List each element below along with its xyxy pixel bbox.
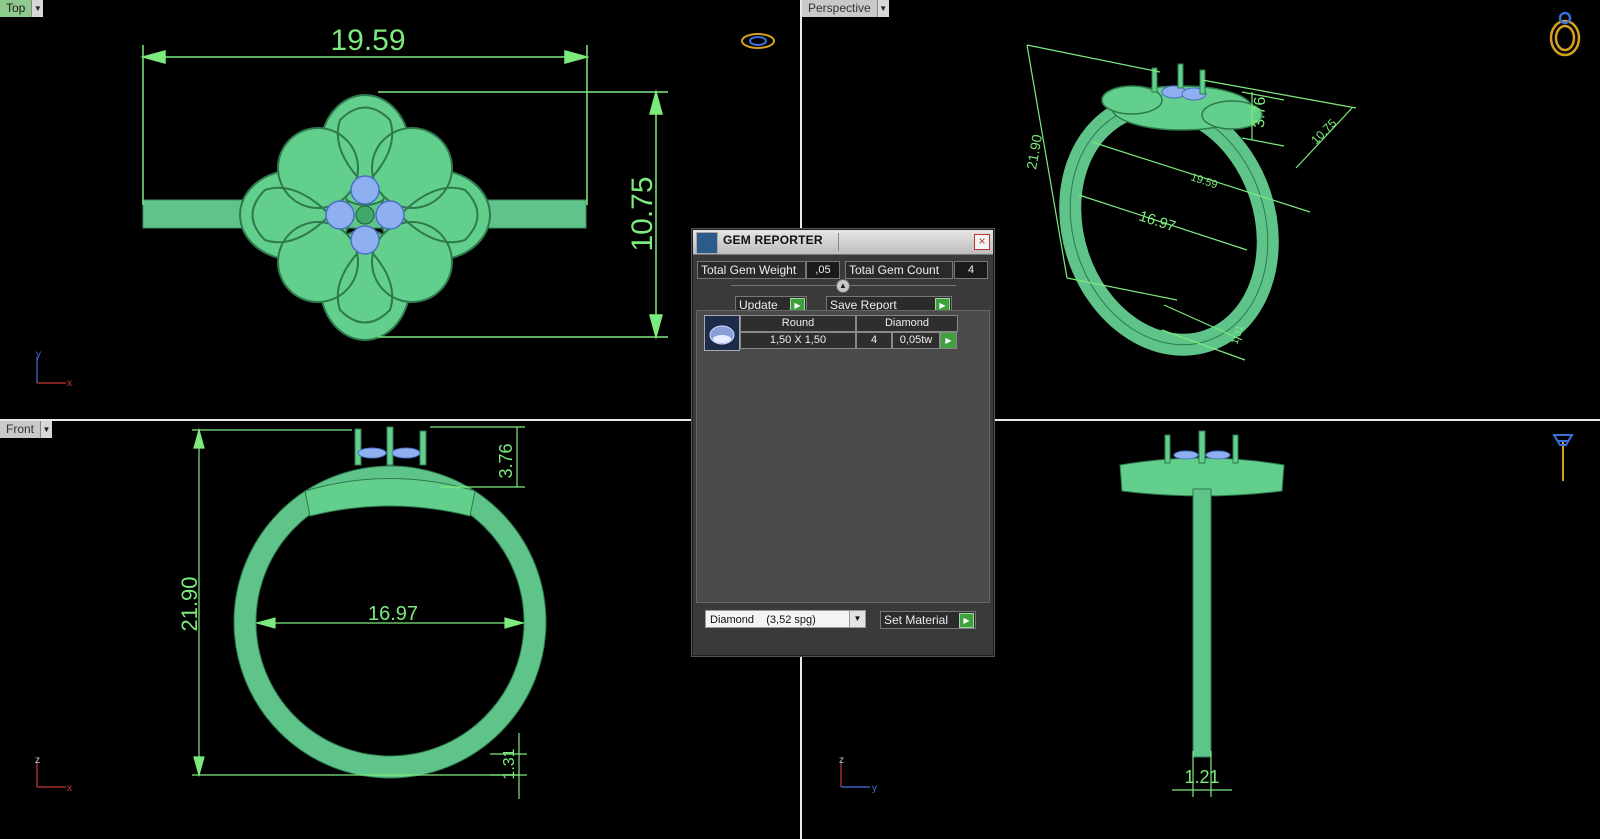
gem-weight-cell: 0,05tw <box>892 332 940 349</box>
axis-gizmo-top <box>36 357 66 384</box>
viewport-tab-front[interactable]: Front ▼ <box>0 421 53 438</box>
axis-label-y: y <box>36 349 41 360</box>
dim-persp-len: 19.59 <box>1189 171 1219 191</box>
dim-front-inner: 16.97 <box>368 603 418 625</box>
viewport-tab-perspective[interactable]: Perspective ▼ <box>802 0 889 17</box>
ring-side-icon <box>1552 434 1574 481</box>
dim-front-top: 3.76 <box>496 443 516 478</box>
title-separator <box>838 233 839 251</box>
gem-reporter-panel: GEM REPORTER × Total Gem Weight ,05 Tota… <box>692 229 994 656</box>
axis-label-z: z <box>35 755 40 766</box>
axis-label-z: z <box>839 755 844 766</box>
dim-front-band: 1.31 <box>501 748 518 779</box>
viewport-tab-top[interactable]: Top ▼ <box>0 0 44 17</box>
gem-size-cell: 1,50 X 1,50 <box>740 332 856 349</box>
axis-label-x: x <box>67 783 72 794</box>
viewport-label: Front <box>0 421 41 438</box>
axis-label-x: x <box>67 378 72 389</box>
total-gem-count-value: 4 <box>954 261 988 279</box>
total-gem-weight-value: ,05 <box>806 261 840 279</box>
dim-top-height: 10.75 <box>626 176 659 251</box>
viewport-dropdown-icon[interactable]: ▼ <box>876 0 889 17</box>
flower-head-front <box>304 478 476 517</box>
gem-list: Round Diamond 1,50 X 1,50 4 0,05tw ▶ <box>696 310 990 603</box>
top-view-scene: 19.59 10.75 y x <box>36 24 775 389</box>
front-view-scene: 21.90 3.76 16.97 1.31 z x <box>35 426 547 799</box>
axis-gizmo-front <box>36 763 66 788</box>
total-gem-weight-label: Total Gem Weight <box>697 261 806 279</box>
round-gem-thumbnail-icon <box>704 315 740 351</box>
dim-top-width: 19.59 <box>330 24 405 57</box>
viewport-top[interactable]: 19.59 10.75 y x Top ▼ <box>0 0 800 419</box>
chevron-down-icon[interactable]: ▼ <box>849 611 865 627</box>
set-material-button[interactable]: Set Material ▶ <box>880 611 976 629</box>
ring-band-side <box>1192 488 1212 758</box>
gem-row-play-icon[interactable]: ▶ <box>940 332 957 349</box>
axis-label-y: y <box>872 783 877 794</box>
gem-shape-cell: Round <box>740 315 856 332</box>
gem-reporter-title: GEM REPORTER <box>723 233 823 247</box>
gem-reporter-logo-icon <box>696 232 718 254</box>
dim-persp-width: 10.75 <box>1308 116 1339 147</box>
dim-side-band: 1.21 <box>1184 767 1219 787</box>
ring-perspective-icon <box>1549 11 1581 57</box>
play-arrow-icon: ▶ <box>959 613 974 628</box>
gem-count-cell: 4 <box>856 332 892 349</box>
prongs-front <box>354 426 427 466</box>
total-gem-count-label: Total Gem Count <box>845 261 953 279</box>
dim-persp-inner: 16.97 <box>1137 208 1178 236</box>
dim-persp-top: 3.76 <box>1251 96 1269 128</box>
viewport-dropdown-icon[interactable]: ▼ <box>31 0 44 17</box>
viewport-label: Top <box>0 0 32 17</box>
viewport-label: Perspective <box>802 0 877 17</box>
set-material-button-label: Set Material <box>884 613 949 627</box>
material-select-value: Diamond (3,52 spg) <box>710 614 816 626</box>
gem-type-cell: Diamond <box>856 315 958 332</box>
material-select[interactable]: Diamond (3,52 spg) ▼ <box>705 610 866 628</box>
ring-preview-icon <box>741 33 775 49</box>
viewport-front[interactable]: 21.90 3.76 16.97 1.31 z x Front ▼ <box>0 421 800 839</box>
dim-front-height: 21.90 <box>177 576 202 631</box>
collapse-up-icon[interactable]: ▲ <box>836 279 850 293</box>
gem-reporter-titlebar[interactable]: GEM REPORTER × <box>693 230 993 255</box>
close-icon[interactable]: × <box>974 234 990 250</box>
axis-gizmo-right <box>840 763 870 788</box>
viewport-dropdown-icon[interactable]: ▼ <box>40 421 53 438</box>
dim-persp-height: 21.90 <box>1023 133 1045 170</box>
material-bar: Diamond (3,52 spg) ▼ Set Material ▶ <box>693 606 993 655</box>
